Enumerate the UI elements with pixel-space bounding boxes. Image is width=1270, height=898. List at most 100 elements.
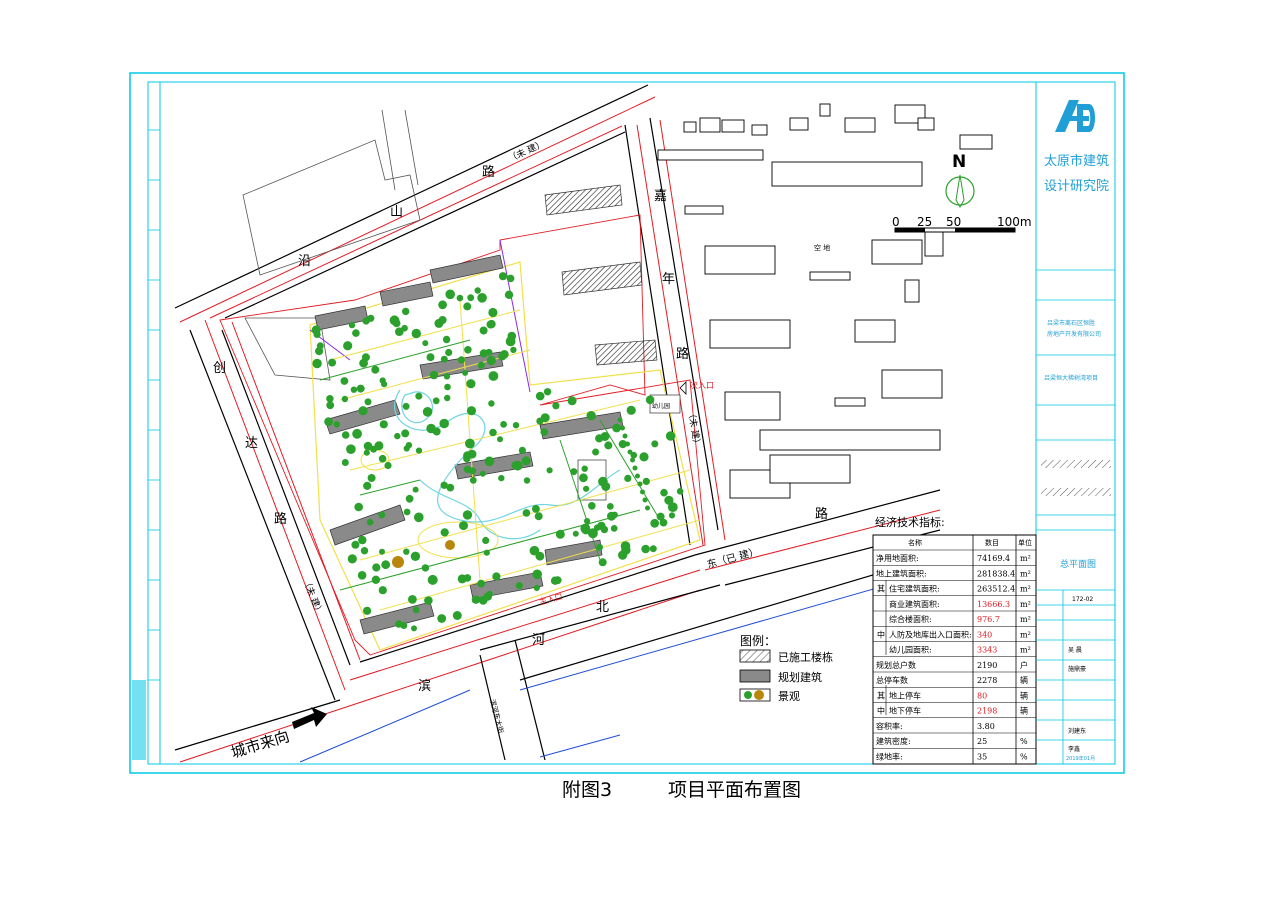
tree-icon [523,477,531,484]
tree-icon [555,529,565,539]
road-south-2-label: 滨河东大街 [488,698,506,734]
tree-icon [412,606,420,614]
tree-icon [567,396,577,406]
arrow-right-icon [292,707,327,729]
tree-icon [479,326,488,335]
tree-icon [328,358,337,367]
tree-icon [492,572,501,581]
tree-icon [371,575,381,584]
tree-icon [498,272,508,281]
tree-icon [546,467,553,474]
tree-icon [459,521,468,531]
tree-icon [403,445,410,452]
tree-icon [358,535,367,545]
tree-icon [341,431,350,439]
north-letter: N [952,152,966,172]
tree-icon [630,457,635,463]
tree-icon [534,512,543,521]
tech-row-value: 2198 [977,707,997,716]
stamp-word-1: 吴 晨 [1068,647,1082,654]
tree-icon [607,511,616,521]
tree-icon [440,481,448,489]
tech-row-value: 2190 [977,661,997,670]
tree-icon [601,482,611,491]
tree-icon [489,428,497,437]
tech-row-name: 幼儿园面积: [889,645,932,655]
tree-icon [360,547,369,555]
tree-icon [477,361,485,369]
tree-icon [401,429,410,438]
tree-icon [668,512,676,519]
tree-icon [411,625,417,632]
tree-icon [606,503,614,510]
tree-icon [352,329,360,337]
tree-icon [381,381,388,388]
figure-caption: 附图3 项目平面布置图 [0,775,1270,803]
tree-icon [484,456,495,467]
city-arrival-label: 城市来向 [229,727,292,762]
tree-icon [535,391,545,401]
tree-icon [324,417,333,427]
tree-icon [442,335,451,344]
tech-row-name: 容积率: [876,721,903,731]
figure-number: 附图3 [562,779,613,801]
tree-icon [466,406,477,416]
tree-icon [596,543,603,551]
road-east-char-1: 嘉 [654,189,667,204]
tree-icon [618,550,628,560]
tree-icon [482,536,490,545]
tree-icon [371,365,380,374]
tech-row-name: 地上停车 [889,690,921,700]
tech-header-value: 数目 [985,538,999,547]
tree-icon [429,370,439,380]
tree-icon [422,407,433,417]
tree-icon [440,528,449,537]
road-south-char-2: 河 [532,633,545,648]
drawing-number: 172-02 [1072,596,1093,603]
tree-icon [667,502,678,512]
tech-row-unit: 辆 [1020,706,1028,716]
tree-icon [581,465,588,472]
drawing-name: 总平面图 [1060,558,1096,570]
tech-row-unit: 辆 [1020,690,1028,700]
tech-row-unit: m² [1020,646,1031,655]
tree-icon [510,346,517,354]
tree-icon [378,454,387,463]
tree-icon [341,395,349,403]
tree-icon [487,319,496,329]
institute-logo-icon [1055,100,1095,132]
tech-row-group-label: 其 [877,585,885,594]
tech-row-unit: m² [1020,569,1031,578]
tree-icon [439,418,450,429]
road-labels: 沿 山 路 （未 建） 创 达 路 （未 建） 嘉 年 路 （未 建） 滨 河 … [213,137,828,734]
tree-icon [394,432,401,440]
tree-icon [347,554,357,564]
tree-icon [363,449,370,456]
tech-row-group-label: 其 [877,691,885,700]
tree-icon [424,596,433,605]
tree-icon [486,355,496,366]
tree-icon [443,373,451,380]
tree-icon [367,474,376,482]
tree-icon [395,620,403,628]
tree-icon [506,274,515,283]
road-southeast-label: 东（已 建） [705,545,760,571]
tree-icon [403,548,410,555]
tree-icon [477,293,487,303]
scale-label-25: 25 [917,215,932,229]
tree-icon [348,321,356,329]
tree-icon [617,417,623,423]
project-name: 吕梁恒大稀树湾项目 [1044,374,1098,382]
tree-icon [598,558,607,567]
tree-icon [346,444,356,455]
tree-icon [659,518,668,527]
tree-icon [498,474,505,482]
tree-icon [456,294,464,302]
tree-icon [624,474,632,482]
tree-icon [364,398,372,406]
tree-icon [410,551,421,561]
tree-icon [358,406,368,416]
tech-indicator-table: 经济技术指标: 名称 数目 单位 净用地面积: 74169.4 m² 地上建筑面积: 2… [872,515,1037,765]
legend-hatched-box [739,649,771,663]
scale-label-50: 50 [946,215,961,229]
